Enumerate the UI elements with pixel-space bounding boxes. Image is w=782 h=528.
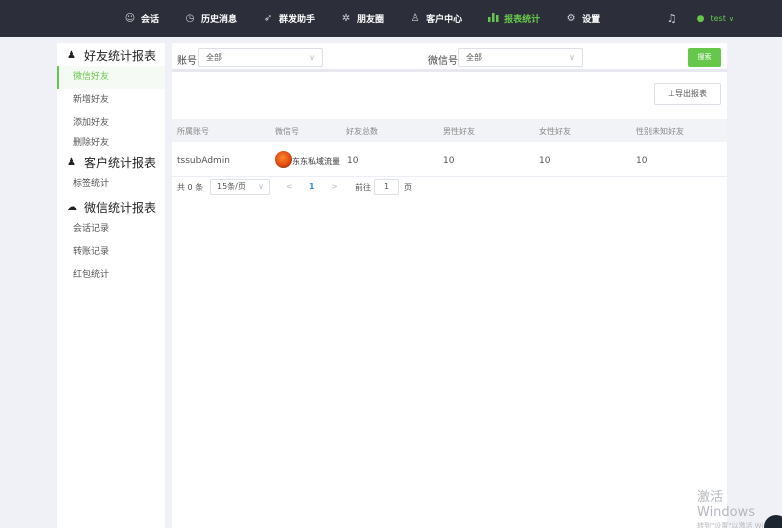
user-name: test (710, 14, 726, 23)
wechat-select-value: 全部 (466, 53, 482, 62)
person-icon: ♟ (67, 49, 76, 61)
nav-label: 客户中心 (426, 15, 463, 25)
nav-label: 设置 (582, 15, 601, 25)
table-header: 所属账号 微信号 好友总数 男性好友 女性好友 性别未知好友 (172, 119, 727, 142)
table-row: tssubAdmin 东东私域流量 10 10 10 10 (172, 146, 727, 177)
account-select-value: 全部 (206, 53, 222, 62)
nav-item-customers[interactable]: ♙ 客户中心 (409, 0, 463, 37)
nav-item-broadcast[interactable]: ➶ 群发助手 (262, 0, 315, 37)
aperture-icon: ✲ (341, 13, 351, 24)
goto-label: 前往 (355, 183, 371, 192)
avatar (275, 151, 292, 168)
filter-bar: 账号 全部 ∨ 微信号 全部 ∨ 搜索 (172, 43, 727, 72)
column-header: 性别未知好友 (636, 127, 684, 136)
group-title: 客户统计报表 (84, 155, 157, 170)
nav-item-moments[interactable]: ✲ 朋友圈 (340, 0, 384, 37)
main-panel: 账号 全部 ∨ 微信号 全部 ∨ 搜索 ⊥导出报表 所属账号 微信号 好友总数 … (172, 43, 727, 528)
column-header: 男性好友 (443, 127, 475, 136)
nav-item-settings[interactable]: ⚙ 设置 (565, 0, 601, 37)
cell-total: 10 (347, 156, 359, 166)
bar-chart-icon (487, 12, 499, 25)
person-icon: ♟ (67, 156, 76, 168)
user-menu[interactable]: ● test ∨ (697, 14, 734, 24)
sidebar-group-customers: ♟ 客户统计报表 (57, 151, 165, 173)
nav-label: 报表统计 (504, 15, 541, 25)
sidebar: ♟ 好友统计报表 微信好友 新增好友 添加好友 删除好友 ♟ 客户统计报表 标签… (57, 43, 165, 528)
column-header: 好友总数 (346, 127, 378, 136)
chat-icon: ☺ (124, 13, 136, 24)
page-number-1[interactable]: 1 (309, 182, 315, 191)
user-icon: ● (696, 13, 705, 24)
person-icon: ♙ (410, 13, 420, 24)
wechat-icon: ☁ (67, 201, 77, 213)
next-page-button[interactable]: > (331, 182, 338, 191)
page-size-value: 15条/页 (217, 182, 246, 191)
nav-item-reports[interactable]: 报表统计 (487, 0, 540, 37)
nav-label: 群发助手 (279, 15, 316, 25)
nav-label: 会话 (141, 15, 160, 25)
column-header: 微信号 (275, 127, 299, 136)
chevron-down-icon: ∨ (728, 14, 734, 23)
bell-icon[interactable]: ♫ (667, 12, 677, 25)
pagination: 共 0 条 15条/页 ∨ < 1 > 前往 1 页 (172, 178, 727, 196)
sidebar-item-red-packet-stats[interactable]: 红包统计 (57, 264, 165, 287)
page-size-select[interactable]: 15条/页 ∨ (210, 179, 270, 195)
page-suffix: 页 (404, 183, 412, 192)
sidebar-item-tag-stats[interactable]: 标签统计 (57, 173, 165, 196)
sidebar-item-added-friends[interactable]: 添加好友 (57, 112, 165, 135)
sidebar-item-deleted-friends[interactable]: 删除好友 (57, 135, 165, 151)
nav-label: 朋友圈 (357, 15, 385, 25)
chevron-down-icon: ∨ (258, 182, 264, 191)
cell-unknown: 10 (636, 156, 648, 166)
prev-page-button[interactable]: < (286, 182, 293, 191)
cell-account: tssubAdmin (177, 156, 231, 166)
sidebar-item-transfer-records[interactable]: 转账记录 (57, 241, 165, 264)
wechat-select[interactable]: 全部 ∨ (458, 48, 583, 67)
send-icon: ➶ (263, 13, 273, 24)
sidebar-item-chat-records[interactable]: 会话记录 (57, 218, 165, 241)
search-button[interactable]: 搜索 (688, 48, 721, 67)
chevron-down-icon: ∨ (309, 53, 315, 62)
nav-item-chat[interactable]: ☺ 会话 (124, 0, 159, 37)
export-report-button[interactable]: ⊥导出报表 (654, 83, 721, 105)
nav-item-history[interactable]: ◷ 历史消息 (184, 0, 237, 37)
cell-male: 10 (443, 156, 455, 166)
sidebar-item-new-friends[interactable]: 新增好友 (57, 89, 165, 112)
nav-label: 历史消息 (201, 15, 238, 25)
cell-wechat: 东东私域流量 (292, 157, 340, 166)
group-title: 微信统计报表 (84, 200, 157, 215)
column-header: 所属账号 (177, 127, 209, 136)
top-navbar: ☺ 会话 ◷ 历史消息 ➶ 群发助手 ✲ 朋友圈 ♙ 客户中心 报表统计 ⚙ 设… (0, 0, 782, 37)
group-title: 好友统计报表 (84, 48, 157, 63)
sidebar-group-wechat: ☁ 微信统计报表 (57, 196, 165, 218)
sidebar-group-friends: ♟ 好友统计报表 (57, 44, 165, 66)
main-nav: ☺ 会话 ◷ 历史消息 ➶ 群发助手 ✲ 朋友圈 ♙ 客户中心 报表统计 ⚙ 设… (124, 0, 625, 37)
pagination-total: 共 0 条 (177, 183, 204, 192)
nav-right: ♫ ● test ∨ (667, 0, 734, 37)
sidebar-item-wechat-friends[interactable]: 微信好友 (57, 66, 165, 89)
gear-icon: ⚙ (566, 13, 576, 24)
chevron-down-icon: ∨ (569, 53, 575, 62)
column-header: 女性好友 (539, 127, 571, 136)
account-select[interactable]: 全部 ∨ (198, 48, 323, 67)
wechat-label: 微信号 (428, 56, 458, 67)
clock-icon: ◷ (185, 13, 195, 24)
goto-page-input[interactable]: 1 (374, 179, 399, 195)
account-label: 账号 (177, 56, 197, 67)
cell-female: 10 (539, 156, 551, 166)
